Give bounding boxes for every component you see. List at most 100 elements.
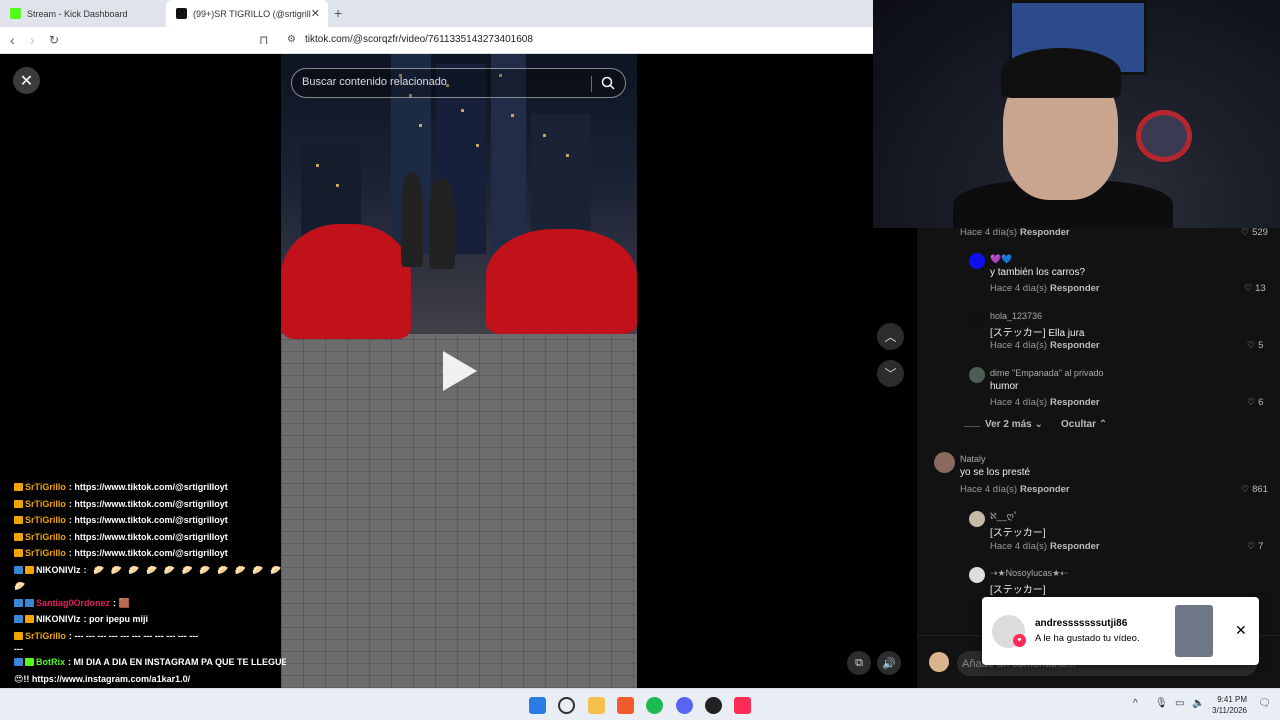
close-video-button[interactable]: ✕ — [13, 67, 40, 94]
chat-text: 🥟 — [14, 581, 28, 591]
comment-username[interactable]: dime "Empanada" al privado — [990, 368, 1103, 378]
file-explorer-icon[interactable] — [588, 697, 605, 714]
play-icon[interactable] — [443, 351, 477, 391]
tab-tiktok[interactable]: (99+)SR TIGRILLO (@srtigrilloyt ✕ — [166, 0, 328, 27]
close-notification-icon[interactable]: ✕ — [1235, 622, 1247, 639]
new-tab-button[interactable]: + — [334, 5, 342, 21]
comment-username[interactable]: ⇢★Nosoylucas★⇠ — [990, 568, 1068, 579]
comment-time: Hace 4 día(s) — [990, 397, 1048, 408]
avatar — [969, 367, 985, 383]
volume-icon[interactable]: 🔊 — [877, 651, 901, 675]
chat-text: : https://www.tiktok.com/@srtigrilloyt — [68, 515, 228, 525]
kick-chat-overlay: SrTiGrillo: https://www.tiktok.com/@srti… — [14, 479, 286, 687]
like-button[interactable]: ♡ 7 — [1247, 541, 1263, 552]
tab-kick-dashboard[interactable]: Stream - Kick Dashboard — [0, 0, 166, 27]
obs-icon[interactable] — [705, 697, 722, 714]
search-icon[interactable] — [558, 697, 575, 714]
next-video-button[interactable]: ﹀ — [877, 360, 904, 387]
chat-text: : https://www.tiktok.com/@srtigrilloyt — [68, 482, 228, 492]
like-notification-toast[interactable]: ♥ andresssssssutji86 A le ha gustado tu … — [982, 597, 1259, 665]
chat-message: NIKONIVlz: por ipepu miji — [14, 611, 286, 628]
comment-time: Hace 4 día(s) — [990, 283, 1048, 294]
search-icon[interactable] — [601, 76, 615, 90]
chat-text: : https://www.tiktok.com/@srtigrilloyt — [68, 531, 228, 542]
chat-username: SrTiGrillo — [25, 482, 66, 492]
close-tab-icon[interactable]: ✕ — [311, 7, 320, 20]
chat-message-continued: 🥟 — [14, 578, 286, 595]
bot-badge-icon — [25, 658, 34, 667]
comment-username[interactable]: Nataly — [960, 454, 986, 464]
like-count: 6 — [1258, 397, 1264, 408]
network-icon[interactable]: ▭ — [1175, 698, 1184, 709]
comment-username[interactable]: ℵ__ღ˚ — [990, 511, 1017, 522]
like-button[interactable]: ♡ 861 — [1241, 484, 1268, 495]
reply-button[interactable]: Responder — [1020, 227, 1070, 238]
heart-icon: ♡ — [1244, 283, 1253, 293]
comment-text: y también los carros? — [990, 267, 1086, 278]
chat-text: : MI DIA A DIA EN INSTAGRAM PA QUE TE LL… — [68, 657, 286, 667]
badge-icon — [14, 658, 23, 667]
clock-date: 3/11/2026 — [1212, 706, 1247, 715]
chat-message-continued: 😍!! https://www.instagram.com/a1kar1.0/ — [14, 671, 286, 688]
streamer-webcam — [873, 0, 1280, 228]
pip-icon[interactable]: ⧉ — [847, 651, 871, 675]
like-count: 13 — [1255, 283, 1266, 294]
spotify-icon[interactable] — [646, 697, 663, 714]
start-icon[interactable] — [529, 697, 546, 714]
kick-favicon-icon — [10, 8, 21, 19]
reply-button[interactable]: Responder — [1050, 283, 1100, 294]
avatar — [969, 310, 985, 326]
reply-button[interactable]: Responder — [1050, 397, 1100, 408]
chat-text: --- — [14, 644, 23, 654]
back-icon[interactable]: ‹ — [10, 32, 15, 48]
chat-message: BotRix: MI DIA A DIA EN INSTAGRAM PA QUE… — [14, 654, 286, 671]
url-field[interactable]: tiktok.com/@scorqzfr/video/7611335143273… — [305, 34, 533, 45]
chevron-down-icon: ⌄ — [1034, 419, 1043, 430]
tray-expand-icon[interactable]: ^ — [1133, 698, 1138, 709]
tiktok-app-icon[interactable] — [734, 697, 751, 714]
forward-icon[interactable]: › — [30, 32, 35, 48]
volume-tray-icon[interactable]: 🔈 — [1192, 698, 1204, 709]
windows-taskbar: ^ 🎙 ▭ 🔈 9:41 PM 3/11/2026 🗨 — [0, 688, 1280, 720]
heart-icon: ♡ — [1241, 484, 1250, 494]
chat-username: SrTiGrillo — [25, 498, 66, 509]
reply-button[interactable]: Responder — [1050, 340, 1100, 351]
reply-button[interactable]: Responder — [1050, 541, 1100, 552]
avatar — [934, 452, 955, 473]
view-more-label: Ver 2 más — [985, 419, 1032, 430]
streamer-hair — [1001, 48, 1121, 98]
like-button[interactable]: ♡ 6 — [1247, 397, 1263, 408]
address-bar: ‹ › ↻ ⊓ ⚙ tiktok.com/@scorqzfr/video/761… — [0, 27, 873, 54]
comment-text: [ステッカー] Ella jura — [990, 328, 1085, 339]
bookmark-icon[interactable]: ⊓ — [259, 33, 268, 47]
sub-badge-icon — [14, 516, 23, 525]
video-frame[interactable] — [281, 54, 637, 688]
like-button[interactable]: ♡ 529 — [1241, 227, 1268, 238]
related-search-input[interactable] — [302, 76, 582, 88]
badge-icon — [14, 615, 23, 624]
comment-text: humor — [990, 381, 1019, 392]
badge-icon — [14, 598, 23, 607]
avatar — [969, 253, 985, 269]
discord-icon[interactable] — [676, 697, 693, 714]
reload-icon[interactable]: ↻ — [49, 33, 59, 47]
chevron-up-icon: ⌃ — [1098, 419, 1108, 430]
site-info-icon[interactable]: ⚙ — [287, 34, 296, 45]
brave-browser-icon[interactable] — [617, 697, 634, 714]
comment-username[interactable]: 💜💙 — [990, 254, 1012, 265]
notifications-icon[interactable]: 🗨 — [1258, 698, 1271, 709]
reply-button[interactable]: Responder — [1020, 484, 1070, 495]
view-more-replies-button[interactable]: Ver 2 más ⌄ — [985, 419, 1043, 430]
hide-replies-button[interactable]: Ocultar ⌃ — [1061, 419, 1107, 430]
chat-text: : https://www.tiktok.com/@srtigrilloyt — [68, 498, 228, 509]
related-search-box[interactable] — [291, 68, 626, 98]
clock[interactable]: 9:41 PM 3/11/2026 — [1212, 694, 1247, 716]
previous-video-button[interactable]: ︿ — [877, 323, 904, 350]
like-button[interactable]: ♡ 13 — [1244, 283, 1266, 294]
sub-badge-icon — [14, 631, 23, 640]
tab-label: Stream - Kick Dashboard — [27, 8, 128, 19]
like-button[interactable]: ♡ 5 — [1247, 340, 1263, 351]
comment-username[interactable]: hola_123736 — [990, 311, 1042, 321]
microphone-icon[interactable]: 🎙 — [1155, 698, 1168, 709]
tiktok-favicon-icon — [176, 8, 187, 19]
